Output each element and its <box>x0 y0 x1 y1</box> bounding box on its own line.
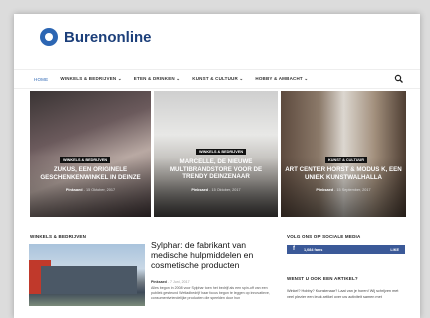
article-title[interactable]: Sylphar: de fabrikant van medische hulpm… <box>151 240 281 270</box>
main-nav: HOME WINKELS & BEDRIJVEN ⌄ ETEN & DRINKE… <box>14 69 420 89</box>
tile-title[interactable]: ZUKUS, EEN ORIGINELE GESCHENKENWINKEL IN… <box>34 166 147 181</box>
nav-item-kunst-cultuur[interactable]: KUNST & CULTUUR ⌄ <box>192 76 243 82</box>
tile-meta: Pinksaed - 15 Oktober, 2017 <box>65 188 116 192</box>
section-title-winkels-bedrijven[interactable]: WINKELS & BEDRIJVEN <box>30 234 86 239</box>
article-excerpt: Alles begon in 2008 voor Sylphar toen he… <box>151 286 270 300</box>
facebook-like-button[interactable]: LIKE <box>390 248 399 252</box>
category-badge[interactable]: KUNST & CULTUUR <box>325 157 367 163</box>
section-title-promo: WENST U OOK EEN ARTIKEL? <box>287 276 358 281</box>
tile-date: 15 Oktober, 2017 <box>211 188 241 192</box>
tile-meta: Pinksaed - 15 September, 2017 <box>316 188 371 192</box>
site-header: Burenonline <box>14 14 420 64</box>
featured-tile[interactable]: WINKELS & BEDRIJVEN ZUKUS, EEN ORIGINELE… <box>30 91 151 217</box>
tile-date: 15 Oktober, 2017 <box>85 188 116 192</box>
tile-title[interactable]: MARCELLE, DE NIEUWE MULTIBRANDSTORE VOOR… <box>158 158 274 181</box>
category-badge[interactable]: WINKELS & BEDRIJVEN <box>196 149 247 155</box>
article-date: 7 Juni, 2017 <box>169 280 190 284</box>
article-thumbnail[interactable] <box>29 244 145 306</box>
nav-item-eten-drinken[interactable]: ETEN & DRINKEN ⌄ <box>134 76 180 82</box>
tile-date: 15 September, 2017 <box>336 188 371 192</box>
nav-item-winkels-bedrijven[interactable]: WINKELS & BEDRIJVEN ⌄ <box>60 76 121 82</box>
nav-item-hobby-ambacht[interactable]: HOBBY & AMBACHT ⌄ <box>255 76 308 82</box>
tile-author: Pinksaed <box>316 188 334 192</box>
promo-text: Winkel? Hobby? Kunstenaar? Laat van je h… <box>287 289 399 299</box>
tile-author: Pinksaed <box>191 188 209 192</box>
category-badge[interactable]: WINKELS & BEDRIJVEN <box>60 157 111 163</box>
search-icon[interactable] <box>394 74 404 84</box>
logo-icon <box>40 28 58 46</box>
featured-tiles: WINKELS & BEDRIJVEN ZUKUS, EEN ORIGINELE… <box>30 91 406 217</box>
tile-author: Pinksaed <box>65 188 83 192</box>
browser-frame: Burenonline HOME WINKELS & BEDRIJVEN ⌄ E… <box>14 14 420 318</box>
featured-tile[interactable]: KUNST & CULTUUR ART CENTER HORST & MODUS… <box>281 91 406 217</box>
article-meta: Pinksaed - 7 Juni, 2017 <box>151 280 190 284</box>
nav-item-home[interactable]: HOME <box>34 77 48 82</box>
article-author: Pinksaed <box>151 280 167 284</box>
facebook-like-bar[interactable]: f 1,084 fans LIKE <box>287 245 405 254</box>
featured-tile[interactable]: WINKELS & BEDRIJVEN MARCELLE, DE NIEUWE … <box>154 91 278 217</box>
logo-text: Burenonline <box>64 28 152 46</box>
site-logo[interactable]: Burenonline <box>40 28 152 46</box>
section-title-social: VOLG ONS OP SOCIALE MEDIA <box>287 234 361 239</box>
tile-meta: Pinksaed - 15 Oktober, 2017 <box>191 188 241 192</box>
facebook-fan-count: 1,084 fans <box>304 247 323 252</box>
tile-title[interactable]: ART CENTER HORST & MODUS K, EEN UNIEK KU… <box>285 166 402 181</box>
facebook-icon: f <box>293 246 295 252</box>
